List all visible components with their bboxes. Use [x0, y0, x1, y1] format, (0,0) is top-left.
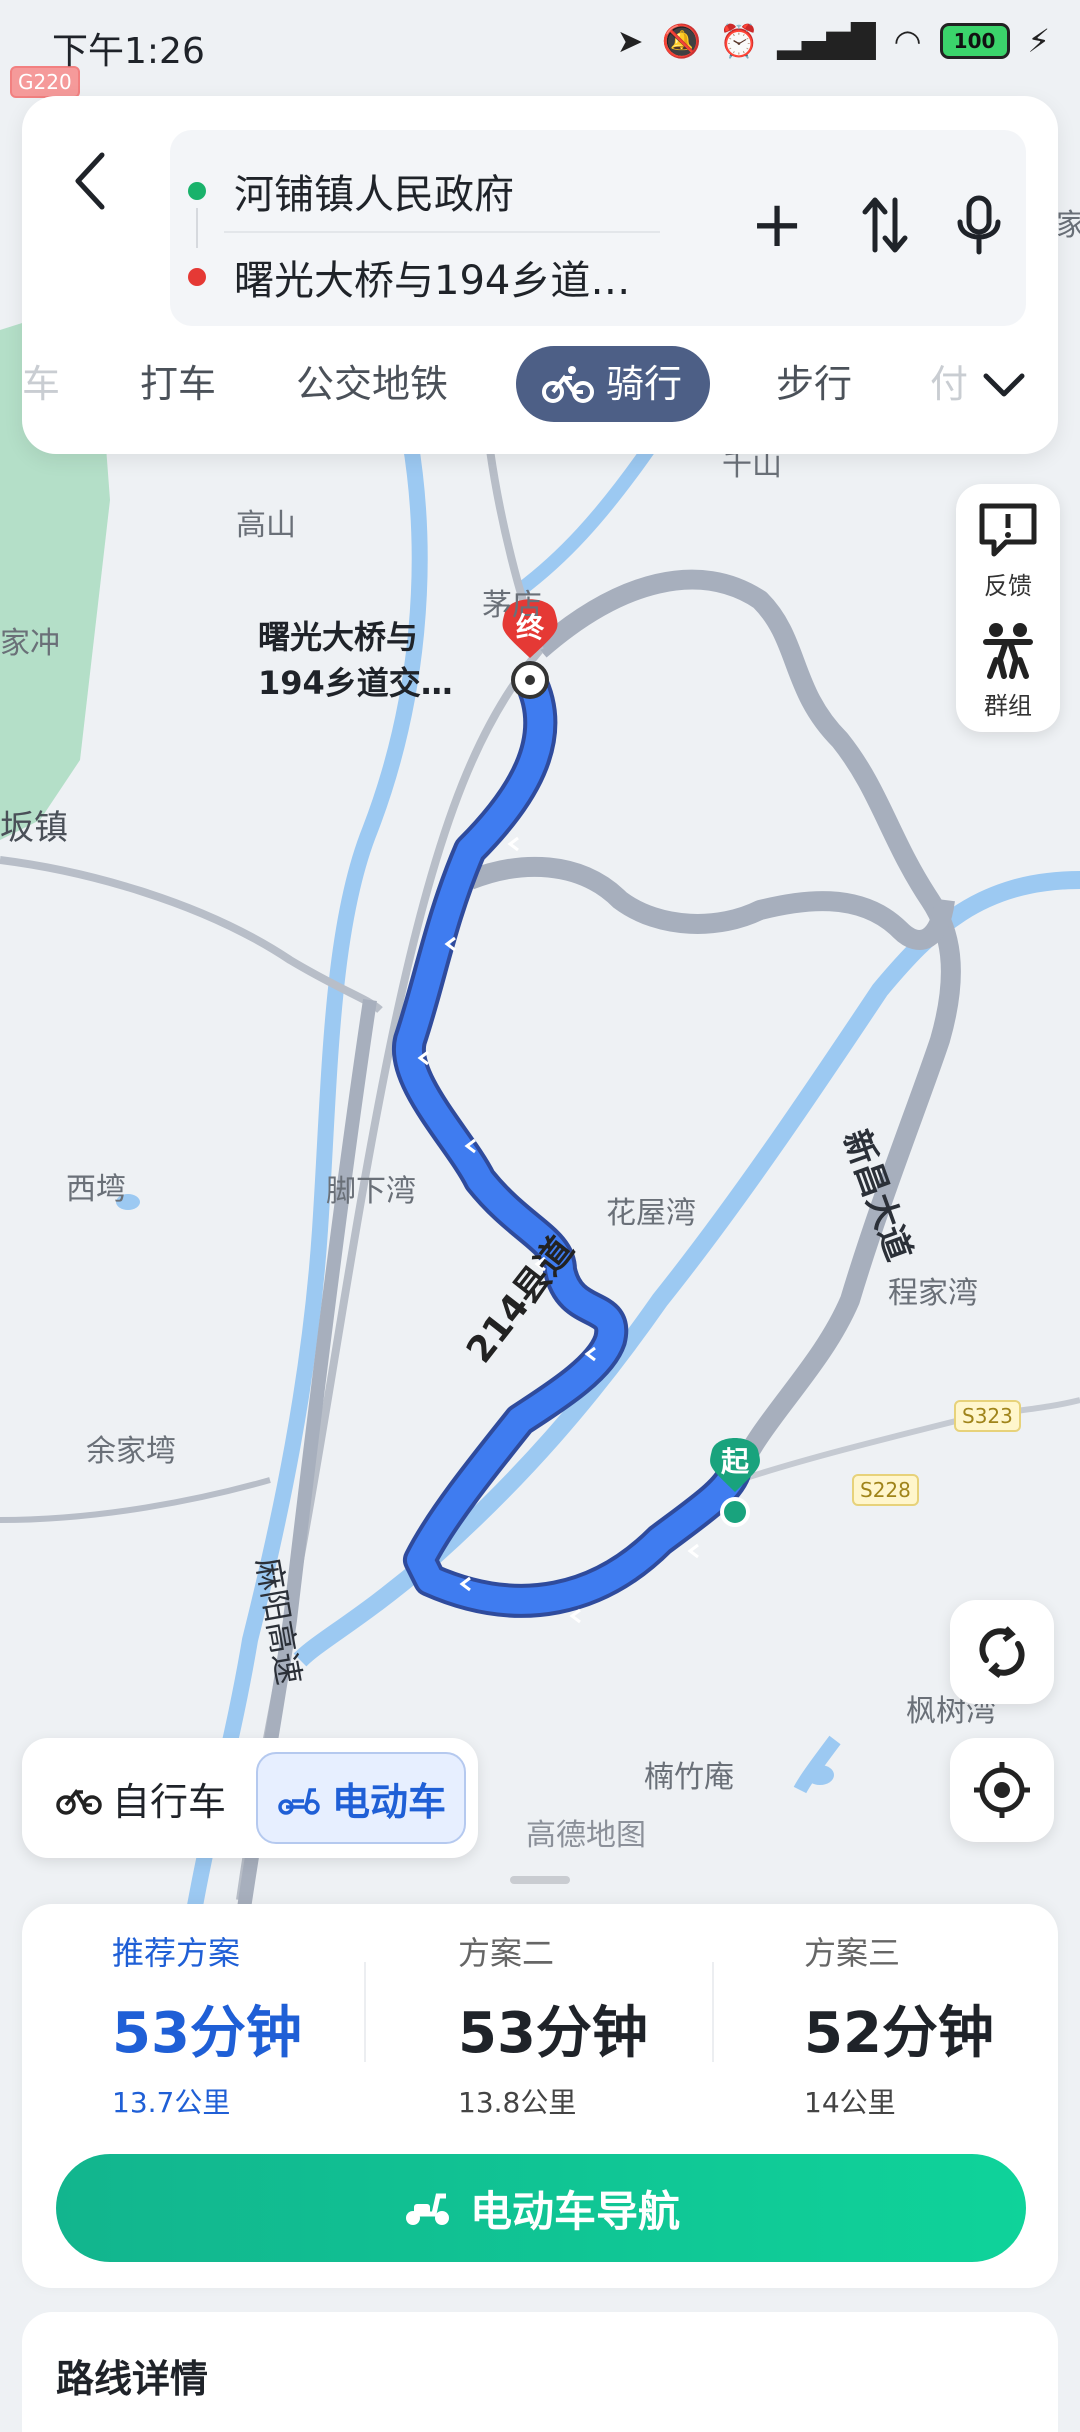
plan-duration: 53分钟: [112, 2001, 302, 2066]
alarm-icon: ⏰: [719, 22, 760, 60]
road-badge-s228: S228: [852, 1474, 919, 1506]
plan-two[interactable]: 方案二 53分钟 13.8公里: [458, 1928, 778, 2121]
map-brand-watermark: 高德地图: [526, 1818, 646, 1853]
destination-dot-icon: [188, 268, 206, 286]
sheet-drag-handle[interactable]: [510, 1876, 570, 1884]
origin-field[interactable]: 河铺镇人民政府: [188, 156, 514, 226]
locate-me-button[interactable]: [950, 1738, 1054, 1842]
refresh-route-button[interactable]: [950, 1600, 1054, 1704]
plan-label: 推荐方案: [112, 1934, 241, 1972]
start-point: [720, 1497, 750, 1527]
plan-divider: [712, 1962, 714, 2062]
feedback-icon: [979, 503, 1037, 557]
map-label: 脚下湾: [326, 1174, 416, 1209]
map-label: 程家湾: [888, 1276, 978, 1311]
tab-walking[interactable]: 步行: [776, 346, 852, 422]
route-inputs: 河铺镇人民政府 曙光大桥与194乡道… +: [170, 130, 1026, 326]
plan-label: 方案二: [458, 1934, 555, 1972]
map-label: 楠竹庵: [644, 1760, 734, 1795]
swap-icon: [862, 197, 908, 253]
plan-label: 方案三: [804, 1934, 901, 1972]
scooter-icon: [405, 2193, 449, 2225]
transport-mode-tabs: 车 打车 公交地铁 骑行 步行 付: [22, 346, 1058, 426]
input-divider: [224, 231, 660, 233]
feedback-button[interactable]: 反馈: [956, 500, 1060, 601]
group-icon: [983, 623, 1033, 679]
map-label: 花屋湾: [606, 1196, 696, 1231]
back-button[interactable]: [62, 141, 122, 221]
bicycle-icon: [56, 1788, 102, 1815]
mute-icon: 🔕: [661, 22, 702, 60]
destination-text: 曙光大桥与194乡道…: [234, 258, 631, 304]
map-label: 高山: [236, 508, 296, 543]
end-marker-text: 终: [515, 611, 544, 644]
map-label: 坂镇: [0, 808, 68, 848]
origin-text: 河铺镇人民政府: [234, 172, 514, 218]
road-badge-s323: S323: [954, 1400, 1021, 1432]
status-time: 下午1:26: [52, 31, 205, 72]
destination-field[interactable]: 曙光大桥与194乡道…: [188, 242, 630, 312]
status-icons: ➤ 🔕 ⏰ ▂▄▆█ ◠ 100 ⚡: [617, 22, 1050, 60]
origin-dot-icon: [188, 182, 206, 200]
tab-taxi[interactable]: 打车: [140, 346, 216, 422]
tab-more-faded[interactable]: 付: [930, 346, 968, 422]
destination-map-label-line2: 194乡道交…: [258, 664, 453, 702]
tab-transit[interactable]: 公交地铁: [296, 346, 448, 422]
status-bar: 下午1:26 ➤ 🔕 ⏰ ▂▄▆█ ◠ 100 ⚡: [0, 0, 1080, 90]
location-icon: ➤: [616, 22, 644, 60]
group-button[interactable]: 群组: [956, 620, 1060, 721]
map-label: 家: [1056, 208, 1080, 243]
swap-route-button[interactable]: [850, 190, 920, 260]
plan-distance: 14公里: [804, 2086, 896, 2119]
charging-icon: ⚡: [1027, 22, 1050, 60]
ebike-option[interactable]: 电动车: [256, 1752, 466, 1844]
bicycle-label: 自行车: [112, 1779, 227, 1824]
battery-icon: 100: [939, 23, 1010, 59]
start-marker-text: 起: [720, 1445, 749, 1478]
map-label: 家冲: [0, 626, 60, 661]
tab-cycling-label: 骑行: [606, 362, 683, 406]
start-navigation-label: 电动车导航: [469, 2186, 680, 2236]
plan-recommended[interactable]: 推荐方案 53分钟 13.7公里: [112, 1928, 432, 2121]
add-waypoint-button[interactable]: +: [742, 190, 812, 260]
plan-distance: 13.7公里: [112, 2086, 231, 2119]
bicycle-option[interactable]: 自行车: [56, 1752, 226, 1844]
back-arrow-icon: [75, 152, 105, 210]
voice-input-button[interactable]: [944, 190, 1014, 260]
map-label: 西塆: [66, 1172, 126, 1207]
route-plans-card: 推荐方案 53分钟 13.7公里 方案二 53分钟 13.8公里 方案三 52分…: [22, 1904, 1058, 2288]
route-details-title: 路线详情: [56, 2357, 209, 2401]
expand-modes-icon[interactable]: [976, 356, 1032, 412]
locate-icon: [974, 1762, 1030, 1818]
end-point-center: [525, 675, 535, 685]
ebike-label: 电动车: [331, 1779, 446, 1824]
plan-duration: 53分钟: [458, 2001, 648, 2066]
bicycle-icon: [542, 366, 594, 403]
plan-duration: 52分钟: [804, 2001, 994, 2066]
feedback-label: 反馈: [984, 572, 1032, 600]
route-details-card[interactable]: 路线详情: [22, 2312, 1058, 2432]
group-label: 群组: [984, 692, 1032, 720]
map-label: 余家塆: [86, 1434, 176, 1469]
plan-divider: [364, 1962, 366, 2062]
wifi-icon: ◠: [893, 22, 922, 60]
tab-drive[interactable]: 车: [22, 346, 60, 422]
vehicle-toggle: 自行车 电动车: [22, 1738, 478, 1858]
start-navigation-button[interactable]: 电动车导航: [56, 2154, 1026, 2262]
scooter-icon: [278, 1788, 320, 1815]
signal-icon: ▂▄▆█: [777, 22, 876, 60]
refresh-icon: [979, 1626, 1025, 1678]
route-search-card: 河铺镇人民政府 曙光大桥与194乡道… + 车 打车 公交地铁 骑行 步行 付: [22, 96, 1058, 454]
plan-distance: 13.8公里: [458, 2086, 577, 2119]
pond-icon: [806, 1765, 834, 1785]
tab-cycling[interactable]: 骑行: [516, 346, 711, 422]
microphone-icon: [957, 195, 1001, 255]
destination-map-label: 曙光大桥与 194乡道交…: [258, 614, 453, 706]
map-side-tools: 反馈 群组: [956, 484, 1060, 732]
destination-map-label-line1: 曙光大桥与: [258, 618, 419, 656]
plan-three[interactable]: 方案三 52分钟 14公里: [804, 1928, 1080, 2121]
